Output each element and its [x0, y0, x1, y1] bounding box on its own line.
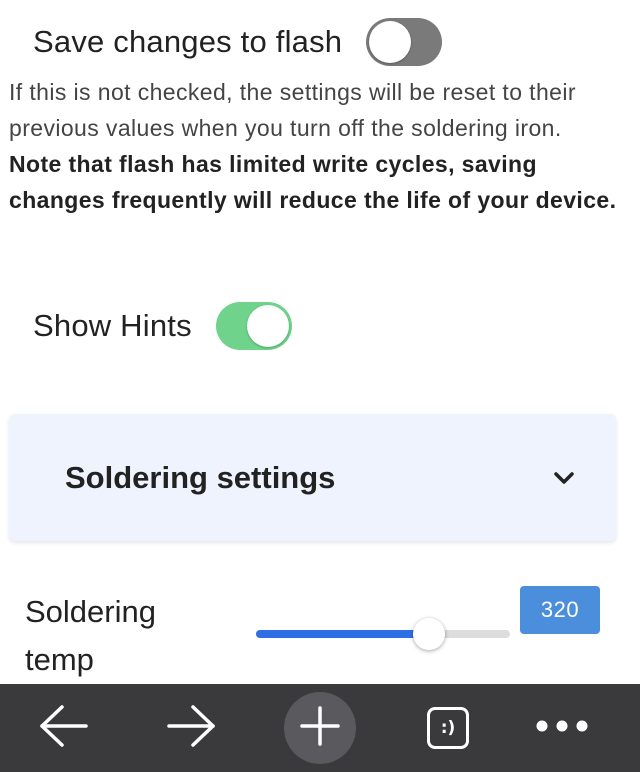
soldering-temp-slider[interactable]: [256, 618, 510, 650]
tabs-button[interactable]: :): [412, 692, 484, 764]
soldering-temp-value[interactable]: 320: [520, 586, 600, 634]
toggle-knob: [246, 305, 289, 347]
help-text: If this is not checked, the settings wil…: [9, 79, 576, 141]
forward-button[interactable]: [155, 692, 227, 764]
toggle-knob: [369, 21, 412, 63]
chevron-down-icon: [552, 466, 576, 490]
soldering-settings-accordion[interactable]: Soldering settings: [9, 414, 616, 541]
accordion-title: Soldering settings: [65, 459, 336, 495]
slider-thumb[interactable]: [412, 618, 445, 650]
tabs-face-icon: :): [427, 707, 469, 749]
show-hints-toggle[interactable]: [215, 302, 292, 350]
more-icon: [535, 719, 589, 738]
show-hints-label: Show Hints: [33, 308, 192, 343]
new-tab-button[interactable]: [284, 692, 356, 764]
slider-fill: [256, 630, 429, 638]
soldering-temp-label: Soldering temp: [25, 594, 156, 677]
plus-icon: [300, 705, 340, 751]
back-arrow-icon: [38, 704, 90, 753]
save-to-flash-toggle[interactable]: [366, 18, 443, 66]
save-to-flash-row: Save changes to flash: [33, 18, 443, 66]
more-button[interactable]: [526, 692, 598, 764]
save-to-flash-help: If this is not checked, the settings wil…: [9, 74, 619, 218]
show-hints-row: Show Hints: [33, 302, 292, 350]
back-button[interactable]: [28, 692, 100, 764]
save-to-flash-label: Save changes to flash: [33, 24, 343, 59]
settings-page: Save changes to flash If this is not che…: [0, 0, 640, 772]
forward-arrow-icon: [165, 704, 217, 753]
browser-toolbar: :): [0, 684, 640, 772]
help-warning: Note that flash has limited write cycles…: [9, 151, 617, 213]
